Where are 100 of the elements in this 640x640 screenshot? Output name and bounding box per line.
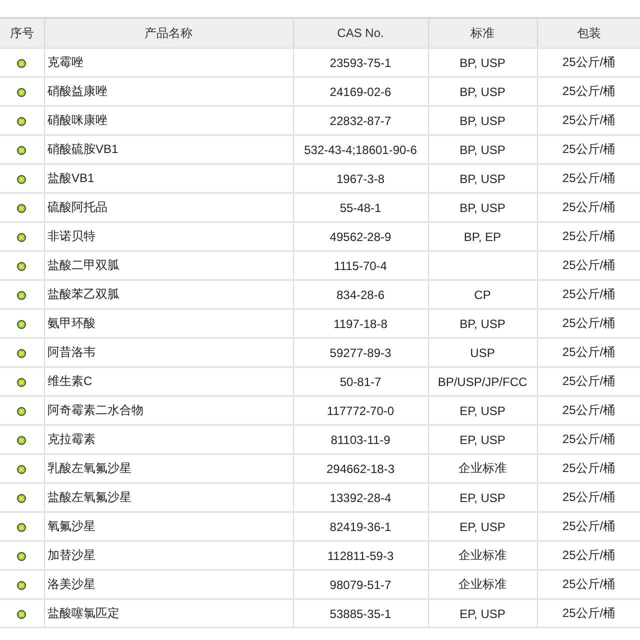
product-name: 克拉霉素 — [48, 432, 96, 446]
standard-text: EP, USP — [460, 520, 506, 534]
product-name: 阿昔洛韦 — [48, 345, 96, 359]
bullet-icon — [17, 174, 26, 184]
bullet-icon — [17, 406, 26, 416]
product-name: 非诺贝特 — [48, 229, 96, 243]
cas-number: 112811-59-3 — [327, 548, 394, 562]
bullet-icon — [17, 116, 26, 126]
standard-text: 企业标准 — [458, 461, 506, 475]
cas-number: 81103-11-9 — [330, 432, 390, 446]
bullet-icon — [17, 232, 26, 242]
product-name: 盐酸VB1 — [48, 171, 94, 185]
standard-text: EP, USP — [460, 606, 506, 620]
cas-number: 53885-35-1 — [330, 606, 392, 620]
column-header: CAS No. — [337, 26, 384, 40]
bullet-icon — [17, 522, 26, 532]
cas-number: 50-81-7 — [340, 374, 382, 388]
cas-number: 24169-02-6 — [330, 84, 392, 98]
packing-text: 25公斤/桶 — [562, 461, 616, 475]
bullet-icon — [17, 494, 26, 503]
product-name: 盐酸苯乙双胍 — [48, 287, 120, 301]
product-name: 克霉唑 — [48, 55, 84, 69]
packing-text: 25公斤/桶 — [562, 287, 616, 301]
standard-text: BP, USP — [460, 84, 506, 98]
cas-number: 1115-70-4 — [334, 258, 387, 272]
product-name: 维生素C — [48, 374, 92, 388]
product-name: 硝酸咪康唑 — [48, 113, 108, 127]
packing-text: 25公斤/桶 — [562, 577, 616, 591]
bullet-icon — [17, 436, 26, 445]
bullet-icon — [17, 58, 26, 68]
packing-text: 25公斤/桶 — [562, 316, 616, 330]
cas-number: 294662-18-3 — [326, 462, 395, 476]
bullet-icon — [17, 348, 26, 358]
cas-number: 23593-75-1 — [330, 56, 392, 70]
cas-number: 82419-36-1 — [330, 520, 392, 534]
cas-number: 59277-89-3 — [330, 346, 392, 360]
product-name: 盐酸左氧氟沙星 — [48, 490, 132, 504]
bullet-icon — [17, 146, 26, 155]
packing-text: 25公斤/桶 — [562, 258, 616, 272]
standard-text: BP, USP — [460, 142, 506, 156]
packing-text: 25公斤/桶 — [562, 606, 616, 620]
product-name: 盐酸二甲双胍 — [48, 258, 120, 272]
packing-text: 25公斤/桶 — [562, 374, 616, 388]
packing-text: 25公斤/桶 — [562, 229, 616, 243]
column-header: 包装 — [576, 26, 601, 40]
standard-text: EP, USP — [460, 432, 506, 446]
packing-text: 25公斤/桶 — [562, 548, 616, 562]
standard-text: BP, USP — [460, 114, 506, 128]
product-name: 洛美沙星 — [48, 577, 96, 591]
packing-text: 25公斤/桶 — [562, 519, 616, 533]
product-name: 氧氟沙星 — [48, 519, 96, 533]
cas-number: 55-48-1 — [340, 200, 382, 214]
standard-text: BP, EP — [464, 230, 502, 244]
cas-number: 98079-51-7 — [330, 578, 392, 592]
bullet-icon — [17, 204, 26, 213]
product-name: 氨甲环酸 — [48, 316, 96, 330]
standard-text: CP — [474, 288, 491, 302]
product-name: 乳酸左氧氟沙星 — [48, 461, 132, 475]
packing-text: 25公斤/桶 — [562, 171, 616, 185]
bullet-icon — [17, 320, 26, 329]
cas-number: 1967-3-8 — [336, 172, 385, 186]
standard-text: USP — [470, 346, 495, 360]
packing-text: 25公斤/桶 — [562, 55, 616, 69]
cas-number: 49562-28-9 — [330, 230, 392, 244]
product-name: 硝酸硫胺VB1 — [48, 142, 118, 156]
column-header: 标准 — [470, 26, 494, 40]
product-name: 阿奇霉素二水合物 — [48, 403, 144, 417]
product-name: 硝酸益康唑 — [48, 84, 108, 98]
cas-number: 117772-70-0 — [326, 404, 394, 418]
cas-number: 13392-28-4 — [330, 490, 392, 504]
column-header: 序号 — [10, 26, 34, 40]
packing-text: 25公斤/桶 — [562, 403, 616, 417]
packing-text: 25公斤/桶 — [562, 142, 616, 156]
packing-text: 25公斤/桶 — [562, 200, 616, 214]
standard-text: 企业标准 — [458, 548, 506, 562]
standard-text: EP, USP — [460, 490, 506, 504]
standard-text: BP, USP — [460, 56, 506, 70]
product-name: 加替沙星 — [48, 548, 96, 562]
product-name: 盐酸噻氯匹定 — [48, 606, 120, 620]
bullet-icon — [17, 88, 26, 97]
packing-text: 25公斤/桶 — [562, 345, 616, 359]
bullet-icon — [17, 610, 26, 619]
cas-number: 834-28-6 — [336, 288, 385, 302]
cas-number: 532-43-4;18601-90-6 — [304, 142, 417, 156]
standard-text: BP, USP — [460, 200, 506, 214]
column-header: 产品名称 — [144, 26, 192, 40]
standard-text: 企业标准 — [458, 577, 506, 591]
packing-text: 25公斤/桶 — [562, 113, 616, 127]
product-name: 硫酸阿托品 — [48, 200, 108, 214]
standard-text: EP, USP — [460, 404, 506, 418]
bullet-icon — [17, 290, 26, 300]
standard-text: BP/USP/JP/FCC — [438, 374, 528, 388]
bullet-icon — [17, 464, 26, 474]
bullet-icon — [17, 378, 26, 387]
bullet-icon — [17, 262, 26, 271]
packing-text: 25公斤/桶 — [562, 84, 616, 98]
bullet-icon — [17, 580, 26, 590]
packing-text: 25公斤/桶 — [562, 490, 616, 504]
standard-text: BP, USP — [460, 316, 506, 330]
cas-number: 1197-18-8 — [334, 316, 388, 330]
